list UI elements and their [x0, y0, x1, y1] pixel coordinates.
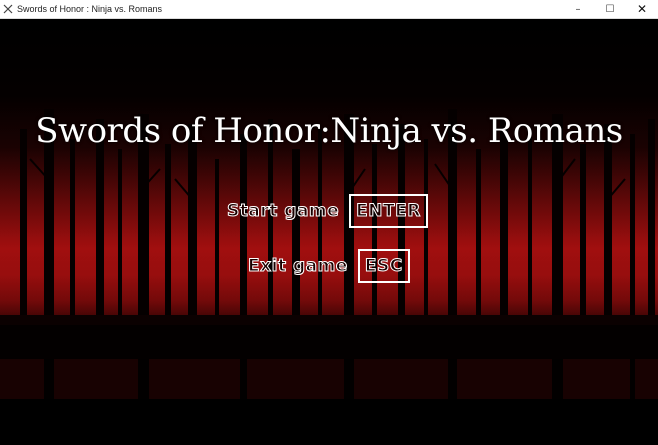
x-app-icon [3, 4, 13, 14]
minimize-button[interactable]: – [562, 0, 594, 18]
enter-key-badge[interactable]: ENTER [349, 194, 428, 228]
close-button[interactable]: ✕ [626, 0, 658, 18]
exit-game-label[interactable]: Exit game [248, 256, 348, 277]
game-window: Swords of Honor : Ninja vs. Romans – ☐ ✕ [0, 0, 658, 445]
start-game-option[interactable]: Start game ENTER [226, 194, 428, 228]
game-canvas[interactable]: Swords of Honor:Ninja vs. Romans Start g… [0, 19, 658, 445]
forest-background [0, 109, 658, 445]
start-game-label[interactable]: Start game [226, 201, 339, 222]
window-controls: – ☐ ✕ [562, 0, 658, 18]
esc-key-badge[interactable]: ESC [357, 249, 410, 283]
title-bar[interactable]: Swords of Honor : Ninja vs. Romans – ☐ ✕ [0, 0, 658, 19]
exit-game-option[interactable]: Exit game ESC [248, 249, 410, 283]
window-title: Swords of Honor : Ninja vs. Romans [17, 4, 163, 14]
game-title: Swords of Honor:Ninja vs. Romans [35, 111, 623, 151]
maximize-button[interactable]: ☐ [594, 0, 626, 18]
